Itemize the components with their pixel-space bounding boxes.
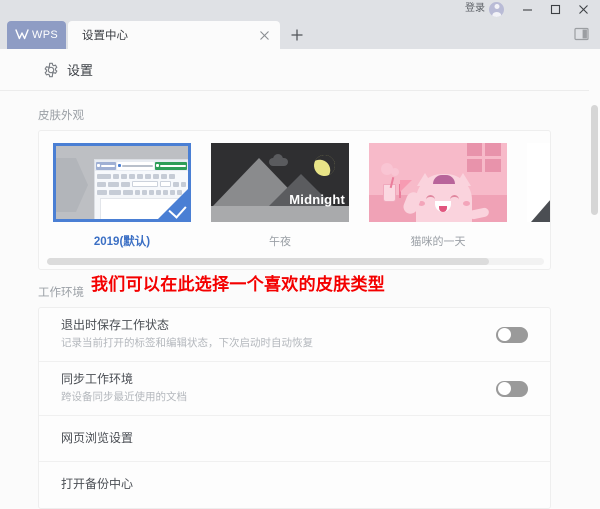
minimize-button[interactable]: [514, 0, 540, 18]
user-avatar-icon[interactable]: [489, 1, 504, 17]
setting-texts: 同步工作环境 跨设备同步最近使用的文档: [61, 372, 496, 405]
setting-title: 退出时保存工作状态: [61, 317, 170, 332]
skin-thumbnail: [369, 143, 507, 222]
close-button[interactable]: [570, 0, 596, 18]
toggle-knob: [497, 382, 511, 395]
scrollbar-thumb[interactable]: [47, 258, 490, 265]
login-label[interactable]: 登录: [465, 4, 485, 14]
toggle-save-state[interactable]: [496, 326, 528, 343]
setting-title: 网页浏览设置: [61, 430, 134, 445]
gear-icon: [42, 61, 59, 78]
section-label-skin: 皮肤外观: [38, 110, 84, 122]
cat-hat: [433, 175, 455, 184]
skin-thumbnail: [53, 143, 191, 222]
setting-texts: 打开备份中心: [61, 477, 528, 493]
page-title: 设置: [67, 63, 94, 78]
skin-option-2019[interactable]: 2019(默认): [53, 143, 191, 249]
wps-home-tab[interactable]: WPS: [7, 21, 66, 49]
skin-thumbnail: [527, 143, 550, 222]
skin-option-midnight[interactable]: Midnight 午夜: [211, 143, 349, 249]
setting-row-sync-workspace[interactable]: 同步工作环境 跨设备同步最近使用的文档: [39, 362, 550, 416]
toggle-sync-workspace[interactable]: [496, 380, 528, 397]
cat-eye: [426, 195, 435, 202]
scrollbar-thumb[interactable]: [591, 105, 598, 215]
setting-row-web-browsing[interactable]: 网页浏览设置: [39, 416, 550, 462]
toggle-knob: [497, 328, 511, 341]
window-controls: 登录: [465, 0, 596, 18]
decor-bubble: [391, 168, 399, 176]
tab-settings-center[interactable]: 设置中心: [68, 21, 280, 49]
setting-description: 跨设备同步最近使用的文档: [61, 391, 187, 404]
annotation-text: 我们可以在此选择一个喜欢的皮肤类型: [91, 275, 386, 294]
decor-hexagon: [56, 158, 88, 212]
page-header: 设置: [0, 49, 589, 91]
skin-thumbnail: Midnight: [211, 143, 349, 222]
setting-row-backup-center[interactable]: 打开备份中心: [39, 462, 550, 508]
setting-description: 记录当前打开的标签和编辑状态，下次启动时自动恢复: [61, 337, 313, 350]
sidebar-panel-icon[interactable]: [572, 25, 590, 43]
wps-tab-label: WPS: [32, 29, 58, 41]
skin-gallery-panel: 2019(默认) Midnight 午夜 猫咪的一天: [38, 130, 551, 270]
setting-title: 打开备份中心: [61, 477, 134, 492]
tab-strip: WPS 设置中心: [0, 18, 600, 49]
skin-gallery-row: 2019(默认) Midnight 午夜 猫咪的一天: [39, 131, 550, 249]
setting-row-save-state[interactable]: 退出时保存工作状态 记录当前打开的标签和编辑状态，下次启动时自动恢复: [39, 308, 550, 362]
setting-texts: 退出时保存工作状态 记录当前打开的标签和编辑状态，下次启动时自动恢复: [61, 318, 496, 351]
decor-window: [467, 143, 501, 172]
cloud-icon: [269, 154, 288, 166]
setting-texts: 网页浏览设置: [61, 431, 528, 447]
wps-logo-icon: [15, 29, 29, 42]
decor-mini-tabbar: [95, 160, 188, 171]
skin-caption: 午夜: [269, 236, 291, 248]
settings-scroll-area: 皮肤外观 2019(默认) Midnight 午夜 猫咪的一天 工作环境 退出时…: [0, 91, 589, 509]
new-tab-button[interactable]: [286, 25, 308, 45]
cat-eye: [450, 195, 459, 202]
skin-option-partial[interactable]: [527, 143, 550, 249]
skin-caption: 2019(默认): [93, 236, 151, 248]
tab-label: 设置中心: [82, 30, 128, 42]
close-icon[interactable]: [254, 25, 274, 45]
cat-cheek: [463, 201, 470, 206]
setting-title: 同步工作环境: [61, 371, 134, 386]
skin-option-cat[interactable]: 猫咪的一天: [369, 143, 507, 249]
wps-settings-window: 登录 WPS 设置中心 设置 皮肤外观 2019(默认) Midnight 午夜…: [0, 0, 600, 509]
decor-mountain-back: [531, 192, 550, 222]
skin-gallery-scrollbar[interactable]: [47, 258, 544, 265]
workspace-settings-card: 退出时保存工作状态 记录当前打开的标签和编辑状态，下次启动时自动恢复 同步工作环…: [38, 307, 551, 509]
skin-caption: 猫咪的一天: [410, 236, 466, 248]
maximize-button[interactable]: [542, 0, 568, 18]
decor-ground: [211, 206, 349, 222]
title-bar: 登录: [0, 0, 600, 18]
page-scrollbar[interactable]: [589, 49, 600, 509]
skin-badge-text: Midnight: [289, 192, 345, 207]
